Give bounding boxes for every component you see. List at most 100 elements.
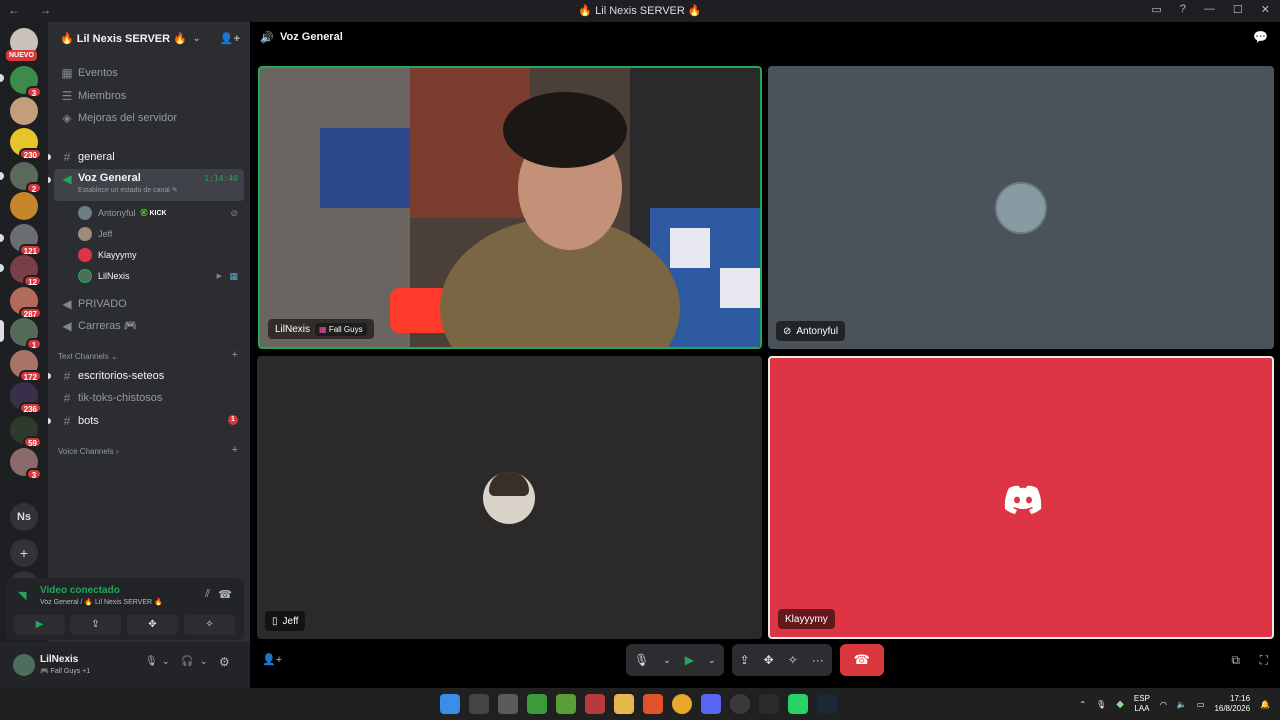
server-icon[interactable]: 230 [10, 128, 42, 160]
server-icon[interactable]: 3 [10, 448, 42, 480]
chat-icon[interactable]: 💬 [1253, 30, 1268, 44]
volume-icon[interactable]: 🔈 [1177, 700, 1187, 709]
headset-icon[interactable]: 🎧 [181, 656, 193, 667]
invite-icon[interactable]: 👤+ [220, 32, 240, 45]
steam-icon[interactable] [817, 694, 837, 714]
keyboard-layout: LAA [1134, 704, 1150, 713]
close-button[interactable]: ✕ [1261, 3, 1270, 16]
video-tile-lilnexis[interactable]: LilNexis ▦ Fall Guys [258, 66, 762, 349]
app-tray-icon[interactable]: ◆ [1116, 699, 1124, 710]
widgets-icon[interactable] [469, 694, 489, 714]
activities-icon[interactable]: ✥ [764, 653, 774, 667]
signal-icon[interactable]: ◥ [18, 589, 26, 602]
channel-tik-toks-chistosos[interactable]: # tik-toks-chistosos [54, 387, 244, 408]
store-icon[interactable] [498, 694, 518, 714]
voice-location[interactable]: Voz General / 🔥 Lil Nexis SERVER 🔥 [40, 598, 163, 606]
chevron-down-icon[interactable]: ⌄ [200, 656, 208, 667]
server-icon[interactable] [10, 97, 38, 125]
voice-user-lilnexis[interactable]: LilNexis ▶ ▦ [78, 266, 244, 286]
mention-badge: 172 [18, 370, 42, 382]
tray-chevron-icon[interactable]: ⌃ [1079, 700, 1086, 709]
voice-user-klayyymy[interactable]: Klayyymy [78, 245, 244, 265]
wifi-icon[interactable]: ◠ [1160, 700, 1167, 709]
avatar[interactable] [13, 654, 35, 676]
server-icon[interactable]: 121 [10, 224, 42, 256]
server-icon[interactable]: 172 [10, 350, 42, 382]
server-icon[interactable]: 12 [10, 255, 42, 287]
game-launcher-icon[interactable] [585, 694, 605, 714]
mic-icon[interactable]: 🎙 [1096, 700, 1106, 709]
camera-icon[interactable]: ▶ [685, 653, 694, 667]
file-explorer-icon[interactable] [614, 694, 634, 714]
server-icon[interactable]: 3 [10, 66, 42, 98]
category-text-channels[interactable]: Text Channels ⌄ [58, 352, 118, 361]
channel-general[interactable]: # general [48, 146, 244, 167]
activities-button[interactable]: ✥ [127, 615, 178, 635]
more-icon[interactable]: ··· [812, 653, 824, 667]
input-language[interactable]: ESP LAA [1134, 694, 1150, 714]
video-tile-antonyful[interactable]: ⊘ Antonyful [768, 66, 1274, 349]
notification-icon[interactable]: 🔔 [1260, 700, 1270, 709]
server-folder-ns[interactable]: Ns [10, 503, 38, 531]
activity-launcher-icon[interactable]: 👤+ [262, 653, 282, 666]
hangup-button[interactable]: ☎ [839, 644, 884, 676]
popout-icon[interactable]: ⧉ [1231, 653, 1240, 668]
chevron-down-icon[interactable]: ⌄ [708, 655, 716, 666]
add-server-icon[interactable]: + [10, 539, 38, 567]
soundboard-button[interactable]: ✧ [184, 615, 235, 635]
menu-members[interactable]: ☰ Miembros [54, 85, 244, 106]
mic-icon[interactable]: 🎙 [634, 653, 649, 667]
server-icon[interactable]: 287 [10, 287, 42, 319]
start-icon[interactable] [440, 694, 460, 714]
soundboard-icon[interactable]: ✧ [788, 653, 798, 667]
capcut-icon[interactable] [759, 694, 779, 714]
server-icon[interactable]: 2 [10, 162, 42, 194]
noise-suppression-icon[interactable]: ⫽ [205, 588, 210, 601]
server-icon[interactable]: 236 [10, 382, 42, 414]
inbox-icon[interactable]: ▭ [1151, 3, 1161, 16]
voice-user-jeff[interactable]: Jeff [78, 224, 244, 244]
minecraft-icon[interactable] [556, 694, 576, 714]
video-tile-klayyymy[interactable]: Klayyymy [768, 356, 1274, 639]
battery-icon[interactable]: ▭ [1197, 700, 1205, 709]
menu-events[interactable]: ▦ Eventos [54, 62, 244, 83]
chevron-down-icon[interactable]: ⌄ [162, 656, 170, 667]
voice-status[interactable]: Video conectado [40, 585, 120, 596]
whatsapp-icon[interactable] [788, 694, 808, 714]
channel-carreras[interactable]: ◀ Carreras 🎮 [54, 315, 244, 336]
clock[interactable]: 17:16 16/8/2026 [1214, 694, 1250, 714]
channel-bots[interactable]: # bots 1 [48, 410, 244, 431]
channel-privado[interactable]: ◀ PRIVADO [54, 293, 244, 314]
channel-voz-general[interactable]: ◀ Voz General Establece un estado de can… [48, 169, 244, 201]
add-channel-icon[interactable]: + [232, 444, 238, 456]
fullscreen-icon[interactable]: ⛶ [1260, 653, 1268, 668]
category-voice-channels[interactable]: Voice Channels › [58, 447, 118, 456]
server-header[interactable]: 🔥 Lil Nexis SERVER 🔥 ⌄ 👤+ [48, 22, 250, 54]
voice-user-antonyful[interactable]: Antonyful Ⓚ KICK ⊘ [78, 203, 244, 223]
minimize-button[interactable]: — [1204, 3, 1215, 16]
chevron-down-icon[interactable]: ⌄ [663, 655, 671, 666]
channel-escritorios-seteos[interactable]: # escritorios-seteos [48, 365, 244, 386]
server-icon[interactable]: 1 [10, 318, 42, 350]
brave-icon[interactable] [643, 694, 663, 714]
screen-share-button[interactable]: ⇪ [70, 615, 121, 635]
disconnect-icon[interactable]: ☎ [218, 588, 232, 601]
video-tile-jeff[interactable]: ▯ Jeff [257, 356, 762, 639]
screen-share-icon[interactable]: ⇪ [740, 653, 750, 667]
chrome-icon[interactable] [672, 694, 692, 714]
settings-icon[interactable]: ⚙ [219, 655, 230, 669]
discord-icon[interactable] [701, 694, 721, 714]
server-icon[interactable]: 59 [10, 416, 42, 448]
help-icon[interactable]: ? [1180, 3, 1186, 16]
hash-icon: # [63, 413, 71, 428]
add-channel-icon[interactable]: + [232, 349, 238, 361]
obs-icon[interactable] [730, 694, 750, 714]
user-name[interactable]: LilNexis [40, 654, 78, 665]
xbox-icon[interactable] [527, 694, 547, 714]
mic-icon[interactable]: 🎙 [145, 656, 158, 667]
menu-boosts[interactable]: ◈ Mejoras del servidor [54, 107, 244, 128]
camera-button[interactable]: ▶ [14, 615, 65, 635]
channel-status[interactable]: Establece un estado de canal ✎ [78, 186, 178, 194]
maximize-button[interactable]: ☐ [1233, 3, 1243, 16]
server-icon[interactable] [10, 192, 38, 220]
